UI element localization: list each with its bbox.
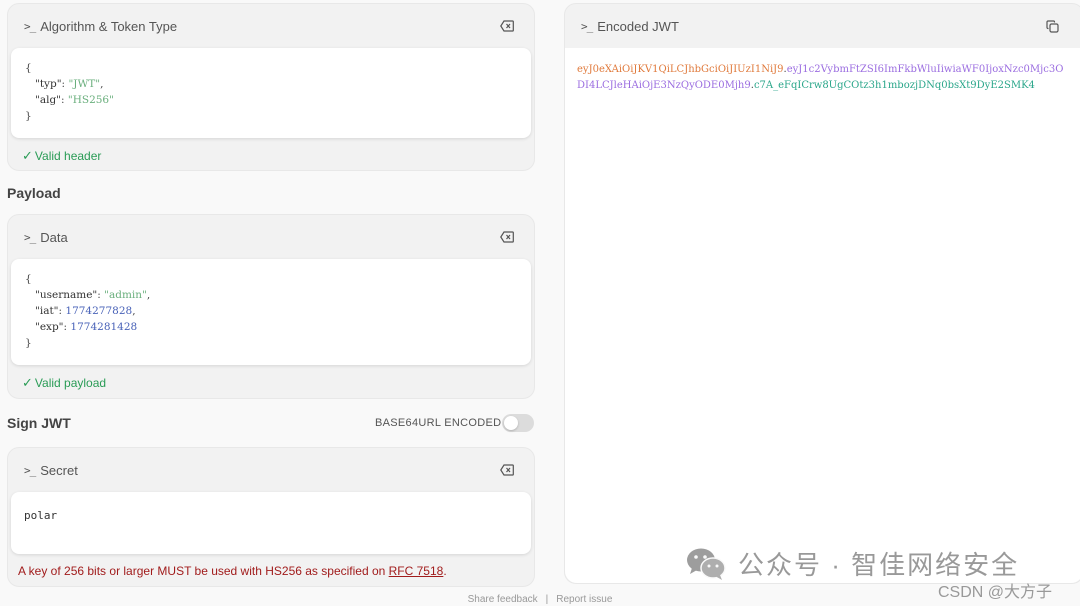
terminal-prompt-icon: >_ (24, 230, 36, 244)
footer-divider: | (545, 594, 549, 605)
terminal-prompt-icon: >_ (24, 19, 36, 33)
check-icon: ✓ (22, 375, 33, 390)
terminal-prompt-icon: >_ (24, 463, 36, 477)
header-panel-title: Algorithm & Token Type (40, 18, 178, 34)
username-value: "admin" (104, 289, 147, 301)
exp-value: 1774281428 (70, 321, 138, 333)
iat-value: 1774277828 (65, 305, 133, 317)
payload-valid-status: ✓ Valid payload (8, 375, 534, 391)
typ-value: "JWT" (68, 78, 101, 90)
payload-editor[interactable]: { "username": "admin", "iat": 1774277828… (11, 259, 531, 365)
encoded-jwt-panel: >_ Encoded JWT eyJ0eXAiOiJKV1QiLCJhbGciO… (564, 3, 1080, 584)
jwt-signature-part: c7A_eFqICrw8UgCOtz3h1mbozjDNq0bsXt9DyE2S… (753, 80, 1035, 91)
secret-input[interactable]: polar (11, 492, 531, 554)
footer: Share feedback | Report issue (0, 594, 1080, 605)
clear-header-button[interactable] (496, 15, 518, 37)
copy-icon (1045, 19, 1059, 33)
brace-close: } (25, 337, 32, 349)
clear-secret-button[interactable] (496, 459, 518, 481)
header-valid-status: ✓ Valid header (8, 148, 534, 164)
header-valid-text: Valid header (34, 149, 102, 163)
share-feedback-link[interactable]: Share feedback (468, 594, 538, 605)
terminal-prompt-icon: >_ (581, 19, 593, 33)
secret-panel-title: Secret (40, 462, 78, 478)
toggle-knob (504, 416, 518, 430)
jwt-header-part: eyJ0eXAiOiJKV1QiLCJhbGciOiJIUzI1NiJ9 (577, 64, 784, 75)
header-panel: >_ Algorithm & Token Type { "typ": "JWT"… (7, 3, 535, 171)
username-key: "username" (35, 289, 98, 301)
clear-icon (500, 20, 514, 32)
wechat-watermark: 公众号 · 智佳网络安全 (686, 545, 1019, 582)
sign-jwt-title: Sign JWT (7, 415, 71, 431)
encoded-jwt-output[interactable]: eyJ0eXAiOiJKV1QiLCJhbGciOiJIUzI1NiJ9.eyJ… (565, 48, 1080, 583)
payload-panel-head: >_ Data (8, 215, 534, 259)
secret-panel-head: >_ Secret (8, 448, 534, 492)
base64url-toggle-label: BASE64URL ENCODED (375, 417, 502, 429)
payload-panel: >_ Data { "username": "admin", "iat": 17… (7, 214, 535, 399)
brace-close: } (25, 110, 32, 122)
warning-text: A key of 256 bits or larger MUST be used… (18, 564, 389, 578)
alg-key: "alg" (35, 94, 61, 106)
encoded-panel-head: >_ Encoded JWT (565, 4, 1080, 48)
brace-open: { (25, 62, 32, 74)
wechat-icon (687, 548, 726, 580)
brace-open: { (25, 273, 32, 285)
key-length-warning: A key of 256 bits or larger MUST be used… (8, 564, 534, 578)
watermark-text: 公众号 · 智佳网络安全 (738, 550, 1020, 580)
iat-key: "iat" (35, 305, 59, 317)
alg-value: "HS256" (67, 94, 114, 106)
report-issue-link[interactable]: Report issue (556, 594, 612, 605)
payload-panel-title: Data (40, 229, 68, 245)
secret-value: polar (24, 509, 58, 522)
rfc-7518-link[interactable]: RFC 7518 (389, 564, 444, 578)
copy-jwt-button[interactable] (1041, 15, 1063, 37)
exp-key: "exp" (35, 321, 64, 333)
payload-valid-text: Valid payload (34, 376, 107, 390)
encoded-panel-title: Encoded JWT (597, 18, 679, 34)
clear-icon (500, 231, 514, 243)
secret-panel: >_ Secret polar A key of 256 bits or lar… (7, 447, 535, 587)
header-panel-head: >_ Algorithm & Token Type (8, 4, 534, 48)
warning-suffix: . (443, 564, 447, 578)
typ-key: "typ" (35, 78, 62, 90)
base64url-toggle[interactable] (502, 414, 534, 432)
check-icon: ✓ (22, 148, 33, 163)
header-editor[interactable]: { "typ": "JWT", "alg": "HS256" } (11, 48, 531, 138)
clear-icon (500, 464, 514, 476)
payload-title: Payload (7, 185, 61, 201)
clear-payload-button[interactable] (496, 226, 518, 248)
